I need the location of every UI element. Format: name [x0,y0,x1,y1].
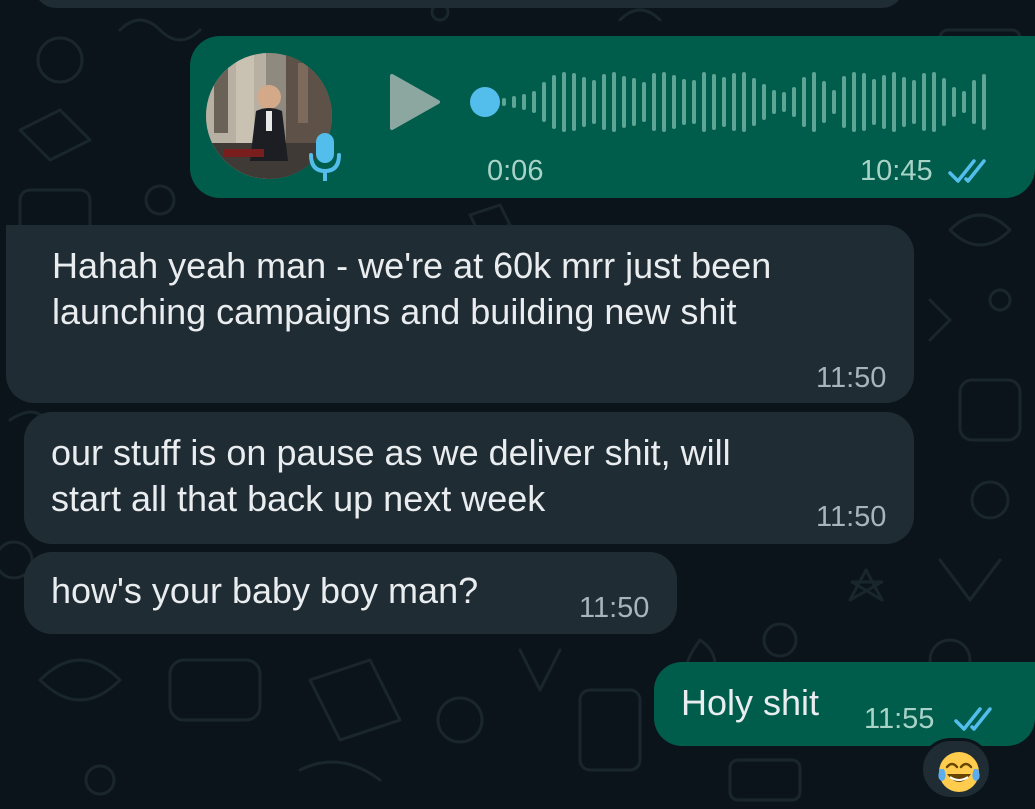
waveform-bar [862,73,866,131]
previous-message-bubble [34,0,904,8]
voice-message-bubble[interactable]: 0:06 10:45 [190,36,1035,198]
waveform-bar [662,72,666,132]
waveform-bar [782,92,786,112]
waveform-bar [882,75,886,129]
waveform-bar [742,72,746,132]
message-reaction[interactable] [920,738,992,800]
waveform-bar [702,72,706,132]
message-time: 11:50 [816,362,887,394]
waveform-bar [712,74,716,130]
waveform-bar [822,81,826,123]
waveform-bar [792,87,796,117]
waveform-bar [522,94,526,110]
waveform-bar [642,82,646,122]
waveform-bar [832,90,836,114]
waveform-bar [922,73,926,131]
double-check-icon [948,159,986,183]
waveform-bar [512,96,516,108]
waveform-bar [502,98,506,106]
waveform-bar [672,75,676,129]
audio-waveform[interactable] [468,66,988,138]
waveform-bar [652,73,656,131]
incoming-message-bubble[interactable]: how's your baby boy man? 11:50 [24,552,677,634]
waveform-bar [892,72,896,132]
message-time: 11:50 [579,592,650,624]
waveform-bar [692,80,696,124]
message-time: 11:55 [864,703,935,735]
incoming-message-bubble[interactable]: our stuff is on pause as we deliver shit… [24,412,914,544]
waveform-bar [902,77,906,127]
waveform-bar [872,79,876,125]
microphone-icon [309,133,341,181]
incoming-message-bubble[interactable]: Hahah yeah man - we're at 60k mrr just b… [6,225,914,403]
outgoing-message-bubble[interactable]: Holy shit 11:55 [654,662,1035,746]
waveform-bar [852,72,856,132]
message-text: our stuff is on pause as we deliver shit… [51,432,731,519]
waveform-bar [762,84,766,120]
play-icon[interactable] [388,72,442,132]
message-text: Hahah yeah man - we're at 60k mrr just b… [52,245,772,332]
waveform-bar [942,78,946,126]
waveform-bar [602,74,606,130]
waveform-bar [572,73,576,131]
waveform-bar [932,72,936,132]
message-text: Holy shit [681,682,820,723]
message-time: 10:45 [860,155,933,187]
waveform-bar [802,77,806,127]
waveform-bar [632,78,636,126]
waveform-bar [532,91,536,113]
waveform-bar [562,72,566,132]
waveform-bar [722,77,726,127]
waveform-bar [592,80,596,124]
waveform-bar [772,90,776,114]
waveform-bar [612,72,616,132]
waveform-bar [952,87,956,117]
waveform-bar [622,76,626,128]
waveform-bar [732,73,736,131]
message-time: 11:50 [816,501,887,533]
voice-duration: 0:06 [487,155,544,187]
waveform-bar [812,72,816,132]
playback-position-dot[interactable] [470,87,500,117]
waveform-bar [582,77,586,127]
face-with-tears-of-joy-icon [938,752,980,792]
waveform-bar [912,80,916,124]
waveform-bar [682,79,686,125]
waveform-bar [752,78,756,126]
double-check-icon [954,707,992,731]
waveform-bar [542,82,546,122]
waveform-bar [552,75,556,129]
waveform-bar [842,76,846,128]
waveform-bar [962,91,966,113]
message-text: how's your baby boy man? [51,570,479,611]
waveform-bar [982,74,986,130]
waveform-bar [972,80,976,124]
